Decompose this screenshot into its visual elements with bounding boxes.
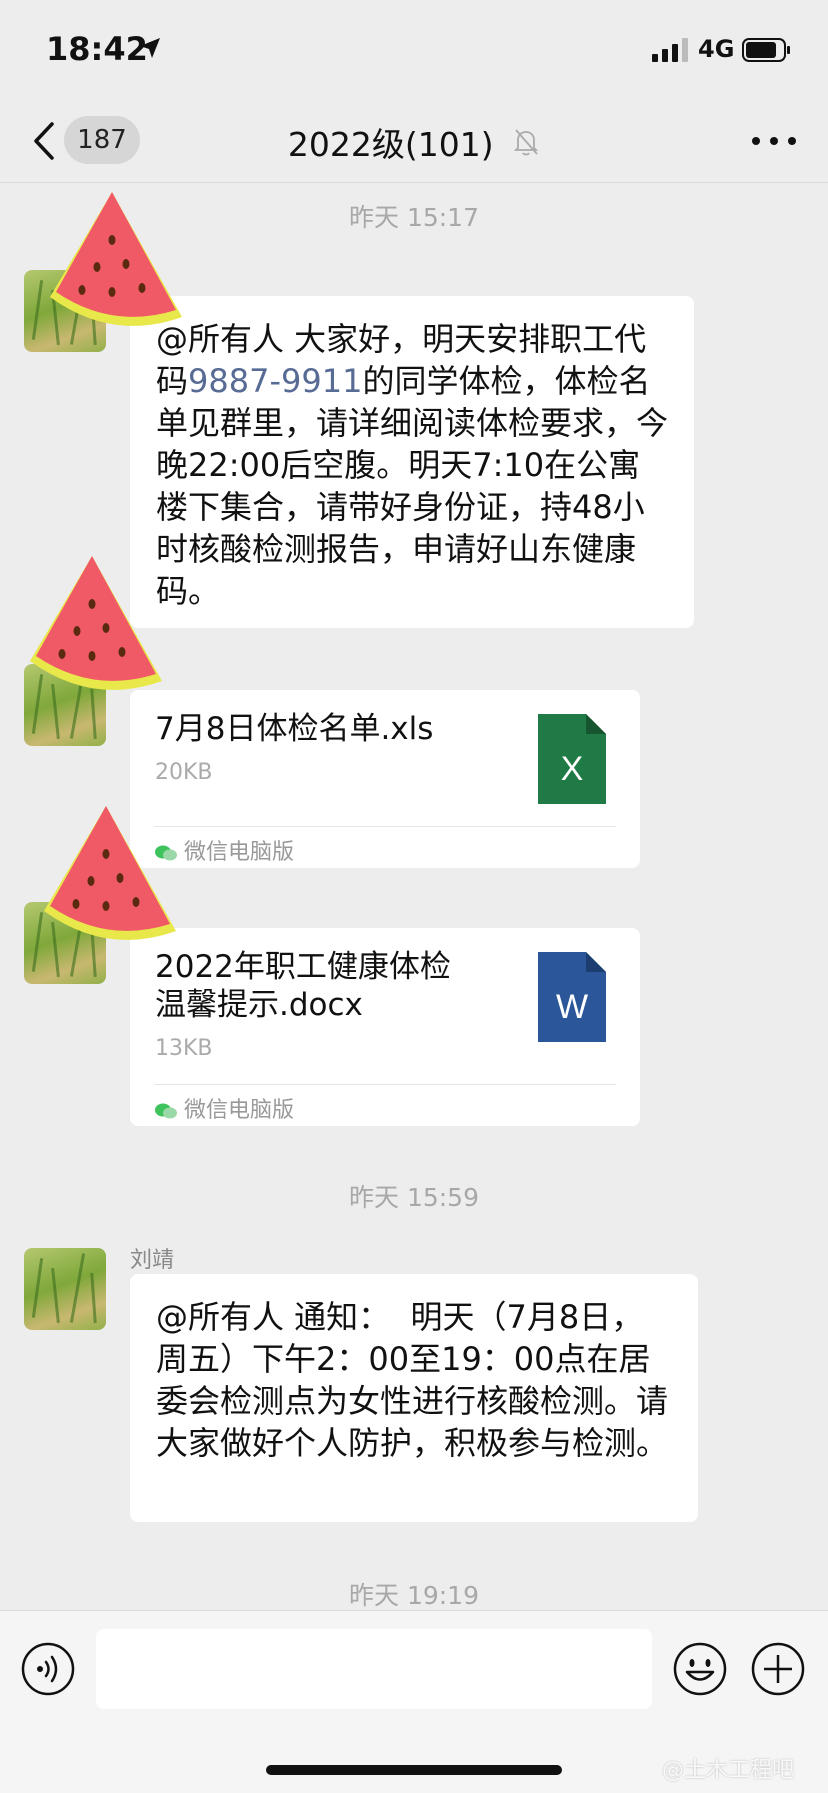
home-indicator [266, 1765, 562, 1775]
wechat-icon [155, 1103, 177, 1119]
location-arrow-icon [140, 38, 160, 58]
message-text: @所有人 通知： 明天（7月8日，周五）下午2：00至19：00点在居委会检测点… [156, 1298, 669, 1462]
file-name: 2022年职工健康体检温馨提示.docx [155, 949, 451, 1023]
file-message-card[interactable]: 7月8日体检名单.xls 20KB X 微信电脑版 [130, 690, 640, 868]
file-size: 13KB [155, 1036, 213, 1061]
watermelon-sticker-icon [30, 556, 162, 690]
message-text: @所有人 大家好，明天安排职工代码9887-9911的同学体检，体检名单见群里，… [130, 296, 694, 634]
svg-text:W: W [556, 988, 588, 1026]
mute-bell-icon [513, 129, 539, 156]
file-message-card[interactable]: 2022年职工健康体检温馨提示.docx 13KB W 微信电脑版 [130, 928, 640, 1126]
file-source-label: 微信电脑版 [184, 840, 295, 865]
battery-icon [742, 38, 790, 62]
add-more-icon[interactable] [750, 1641, 806, 1697]
sender-name: 刘靖 [130, 1248, 175, 1273]
emoji-icon[interactable] [672, 1641, 728, 1697]
status-bar: 18:42 4G [0, 0, 828, 100]
voice-input-icon[interactable] [20, 1641, 76, 1697]
file-name: 7月8日体检名单.xls [155, 711, 434, 747]
cellular-signal-icon [652, 38, 688, 62]
divider [154, 1084, 616, 1085]
watermelon-sticker-icon [50, 192, 182, 326]
avatar[interactable] [24, 1248, 106, 1330]
message-bubble[interactable]: @所有人 大家好，明天安排职工代码9887-9911的同学体检，体检名单见群里，… [130, 296, 694, 628]
excel-file-icon: X [538, 714, 606, 804]
file-source-label: 微信电脑版 [184, 1098, 295, 1123]
more-options-icon[interactable] [750, 130, 798, 152]
linked-number[interactable]: 9887-9911 [188, 362, 362, 400]
chat-title: 2022级(101) [0, 118, 828, 166]
watermelon-sticker-icon [44, 806, 176, 940]
message-bubble[interactable]: @所有人 通知： 明天（7月8日，周五）下午2：00至19：00点在居委会检测点… [130, 1274, 698, 1522]
watermark: @土木工程吧 [662, 1758, 795, 1783]
word-file-icon: W [538, 952, 606, 1042]
chat-header: 187 2022级(101) [0, 100, 828, 183]
divider [154, 826, 616, 827]
svg-text:X: X [561, 750, 584, 788]
timestamp: 昨天 15:59 [349, 1183, 479, 1212]
status-time: 18:42 [46, 30, 148, 68]
file-source: 微信电脑版 [154, 1092, 294, 1124]
network-type: 4G [698, 35, 735, 63]
timestamp: 昨天 19:19 [349, 1581, 479, 1610]
file-size: 20KB [155, 760, 213, 785]
message-input[interactable] [96, 1629, 652, 1709]
chat-title-text: 2022级(101) [287, 125, 494, 164]
